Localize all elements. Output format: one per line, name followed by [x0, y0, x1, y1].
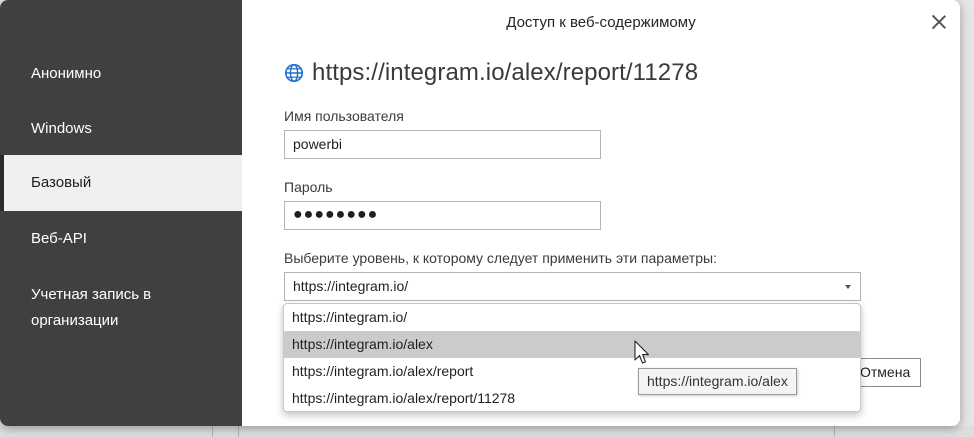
close-icon[interactable]: [926, 10, 952, 36]
level-option[interactable]: https://integram.io/: [284, 304, 860, 331]
background-divider: [834, 426, 835, 437]
globe-icon: [285, 64, 303, 82]
sidebar-item-anonymous[interactable]: Анонимно: [0, 61, 242, 87]
level-label: Выберите уровень, к которому следует при…: [284, 250, 717, 266]
dialog-title: Доступ к веб-содержимому: [506, 14, 696, 31]
chevron-down-icon[interactable]: [845, 285, 851, 289]
background-divider: [238, 426, 239, 437]
level-select[interactable]: https://integram.io/: [284, 272, 861, 301]
cancel-button[interactable]: Отмена: [852, 358, 921, 387]
level-option-hovered[interactable]: https://integram.io/alex: [284, 331, 860, 358]
password-field[interactable]: ●●●●●●●●: [284, 201, 601, 230]
url-row: https://integram.io/alex/report/11278: [284, 58, 698, 88]
sidebar-item-label-line2: организации: [31, 312, 119, 329]
sidebar-item-label: Windows: [31, 120, 92, 137]
sidebar-item-label: Веб-API: [31, 230, 87, 247]
level-select-value: https://integram.io/: [293, 278, 409, 294]
sidebar-item-label: Учетная запись в: [31, 286, 152, 303]
auth-method-sidebar: Анонимно Windows Базовый Веб-API Учетная…: [0, 0, 242, 426]
sidebar-item-label: Базовый: [31, 174, 92, 191]
sidebar-item-windows[interactable]: Windows: [0, 116, 242, 142]
password-label: Пароль: [284, 179, 333, 195]
sidebar-item-label: Анонимно: [31, 65, 102, 82]
resource-url: https://integram.io/alex/report/11278: [312, 59, 699, 86]
mouse-pointer-icon: [634, 340, 650, 364]
username-label: Имя пользователя: [284, 108, 404, 124]
sidebar-item-organizational-account[interactable]: Учетная запись в организации: [0, 282, 242, 336]
background-window: [0, 426, 974, 437]
level-dropdown-list: https://integram.io/ https://integram.io…: [283, 303, 861, 412]
background-divider: [212, 426, 213, 437]
option-tooltip: https://integram.io/alex: [638, 368, 797, 395]
username-field[interactable]: powerbi: [284, 130, 601, 159]
sidebar-item-web-api[interactable]: Веб-API: [0, 226, 242, 252]
sidebar-item-basic[interactable]: Базовый: [0, 155, 242, 211]
